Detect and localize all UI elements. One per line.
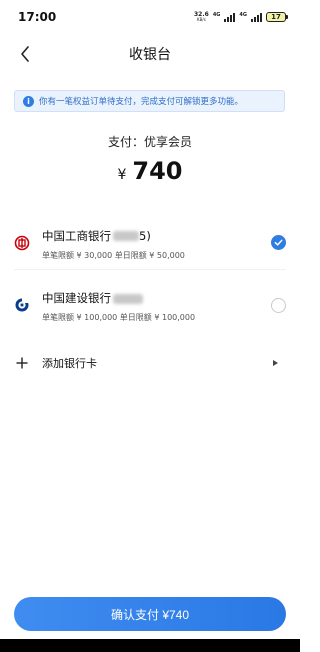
nav-bar: 收银台: [0, 34, 300, 74]
icbc-logo-icon: [14, 235, 30, 251]
page-title: 收银台: [129, 47, 171, 63]
add-card-label: 添加银行卡: [42, 357, 97, 370]
bank-radio-selected[interactable]: [271, 235, 286, 250]
chevron-left-icon: [21, 46, 29, 62]
signal-label-1: 4G: [212, 12, 221, 18]
bank-radio-unselected[interactable]: [271, 297, 286, 313]
add-bank-card-row[interactable]: 添加银行卡: [14, 346, 286, 380]
check-icon: [274, 239, 283, 246]
bank-name-text: 中国建设银行: [42, 291, 111, 305]
bank-info: 中国建设银行 单笔限额 ¥ 100,000 单日限额 ¥ 100,000: [42, 287, 271, 323]
notice-text: 你有一笔权益订单待支付，完成支付可解锁更多功能。: [39, 97, 244, 107]
bank-limit: 单笔限额 ¥ 30,000 单日限额 ¥ 50,000: [42, 250, 185, 260]
back-button[interactable]: [14, 43, 36, 65]
notice-banner: i 你有一笔权益订单待支付，完成支付可解锁更多功能。: [14, 90, 285, 112]
confirm-payment-button[interactable]: 确认支付 ¥740: [14, 597, 286, 631]
masked-card-number: [113, 293, 143, 304]
caret-right-icon: [273, 360, 278, 366]
payment-amount: ¥ 740: [0, 157, 300, 191]
bank-info: 中国工商银行 5) 单笔限额 ¥ 30,000 单日限额 ¥ 50,000: [42, 225, 271, 261]
system-nav-bar: [0, 639, 300, 652]
battery-level: 17: [271, 13, 281, 21]
net-speed-unit: KB/s: [197, 17, 206, 22]
signal-icon-2: [251, 12, 262, 22]
masked-card-number: [113, 231, 139, 241]
bank-name: 中国建设银行: [42, 290, 143, 306]
bank-option-ccb[interactable]: 中国建设银行 单笔限额 ¥ 100,000 单日限额 ¥ 100,000: [14, 278, 286, 332]
amount-value: 740: [132, 157, 183, 185]
signal-icon: [224, 12, 236, 22]
bank-option-icbc[interactable]: 中国工商银行 5) 单笔限额 ¥ 30,000 单日限额 ¥ 50,000: [14, 216, 286, 270]
amount-currency: ¥: [117, 167, 127, 183]
status-time: 17:00: [18, 10, 57, 24]
network-speed: 32.6 KB/s: [194, 12, 209, 22]
bank-name-text: 中国工商银行: [42, 228, 111, 243]
status-bar: 17:00 32.6 KB/s 4G 4G 17: [0, 0, 300, 34]
info-icon: i: [23, 95, 34, 107]
plus-icon: [14, 355, 30, 371]
system-indicators: 32.6 KB/s 4G 4G 17: [194, 12, 288, 22]
payment-label: 支付：优享会员: [107, 135, 192, 149]
bank-limit: 单笔限额 ¥ 100,000 单日限额 ¥ 100,000: [42, 313, 196, 322]
battery-icon: 17: [266, 12, 288, 22]
ccb-logo-icon: [14, 297, 30, 313]
signal-label-2: 4G: [239, 12, 247, 18]
bank-name: 中国工商银行 5): [42, 228, 151, 244]
bank-name-suffix: 5): [139, 228, 151, 243]
